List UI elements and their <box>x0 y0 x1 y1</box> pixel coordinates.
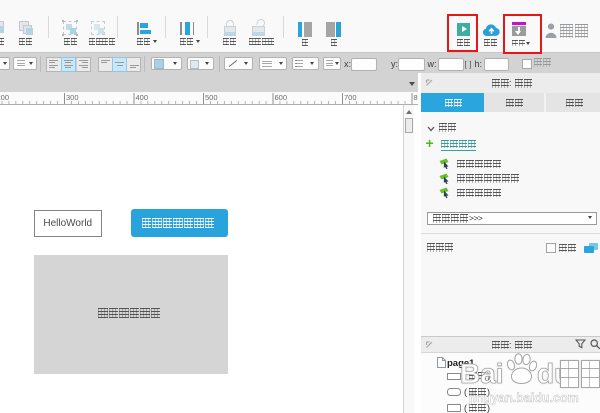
svg-text:400: 400 <box>136 93 149 102</box>
svg-text:600: 600 <box>275 93 288 102</box>
svg-text:200: 200 <box>0 93 9 102</box>
svg-text:500: 500 <box>205 93 218 102</box>
svg-text:300: 300 <box>66 93 79 102</box>
svg-text:700: 700 <box>344 93 357 102</box>
svg-text:800: 800 <box>414 93 419 102</box>
